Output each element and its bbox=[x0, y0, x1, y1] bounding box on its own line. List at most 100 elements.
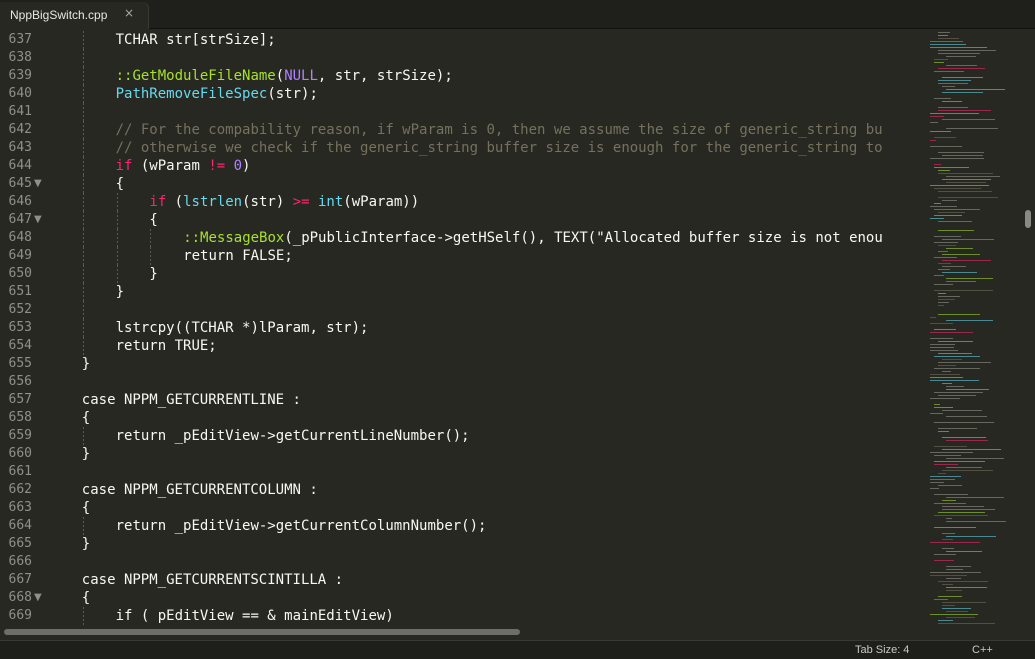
minimap-line bbox=[938, 305, 944, 306]
code-line[interactable]: 650} bbox=[0, 265, 922, 283]
code-text: { bbox=[82, 499, 90, 517]
indent-guide bbox=[82, 31, 84, 49]
code-line[interactable]: 658 { bbox=[0, 409, 922, 427]
minimap-line bbox=[938, 623, 995, 624]
line-number: 662 bbox=[8, 482, 32, 497]
minimap-line bbox=[934, 392, 983, 393]
indent-guide bbox=[116, 211, 118, 229]
code-line[interactable]: 647 ▼ { bbox=[0, 211, 922, 229]
close-icon[interactable]: × bbox=[122, 6, 136, 20]
code-line[interactable]: 662 case NPPM_GETCURRENTCOLUMN : bbox=[0, 481, 922, 499]
minimap-line bbox=[942, 179, 991, 180]
code-token: ::GetModuleFileName bbox=[115, 68, 276, 84]
code-line[interactable]: 640 PathRemoveFileSpec(str); bbox=[0, 85, 922, 103]
minimap-line bbox=[930, 44, 966, 45]
horizontal-scroll-thumb[interactable] bbox=[4, 629, 520, 635]
horizontal-scrollbar[interactable] bbox=[0, 626, 1021, 638]
code-token: (_pPublicInterface->getHSelf(), TEXT("Al… bbox=[284, 230, 883, 246]
code-line[interactable]: 656 bbox=[0, 373, 922, 391]
code-line[interactable]: 665} bbox=[0, 535, 922, 553]
minimap[interactable] bbox=[924, 30, 1020, 626]
indent-guide bbox=[150, 229, 152, 247]
minimap-line bbox=[938, 299, 955, 300]
code-line[interactable]: 639::GetModuleFileName(NULL, str, strSiz… bbox=[0, 67, 922, 85]
minimap-line bbox=[934, 203, 941, 204]
minimap-line bbox=[938, 428, 977, 429]
syntax-indicator[interactable]: C++ bbox=[972, 644, 993, 656]
minimap-line bbox=[946, 497, 1004, 498]
tab-title: NppBigSwitch.cpp bbox=[10, 8, 108, 22]
code-line[interactable]: 654 return TRUE; bbox=[0, 337, 922, 355]
code-line[interactable]: 669 if ( pEditView == & mainEditView) bbox=[0, 607, 922, 625]
indent-guide bbox=[150, 247, 152, 265]
line-number: 653 bbox=[8, 320, 32, 335]
minimap-line bbox=[938, 314, 980, 315]
code-line[interactable]: 655} bbox=[0, 355, 922, 373]
fold-arrow-icon[interactable]: ▼ bbox=[34, 589, 42, 607]
code-line[interactable]: 668 ▼ { bbox=[0, 589, 922, 607]
tab-size-indicator[interactable]: Tab Size: 4 bbox=[855, 644, 909, 656]
code-text: PathRemoveFileSpec(str); bbox=[116, 85, 318, 103]
code-line[interactable]: 664 return _pEditView->getCurrentColumnNu… bbox=[0, 517, 922, 535]
code-text: case NPPM_GETCURRENTLINE : bbox=[82, 391, 301, 409]
line-number: 666 bbox=[8, 554, 32, 569]
code-line[interactable]: 653 lstrcpy((TCHAR *)lParam, str); bbox=[0, 319, 922, 337]
code-line[interactable]: 667 case NPPM_GETCURRENTSCINTILLA : bbox=[0, 571, 922, 589]
code-line[interactable]: 663 { bbox=[0, 499, 922, 517]
code-text: if (lstrlen(str) >= int(wParam)) bbox=[149, 193, 419, 211]
minimap-line bbox=[942, 77, 983, 78]
minimap-line bbox=[930, 344, 955, 345]
minimap-line bbox=[942, 608, 971, 609]
code-line[interactable]: 661 bbox=[0, 463, 922, 481]
minimap-line bbox=[942, 92, 983, 93]
tab-nppbigswitch[interactable]: NppBigSwitch.cpp × bbox=[0, 2, 148, 29]
fold-arrow-icon[interactable]: ▼ bbox=[34, 211, 42, 229]
code-line[interactable]: 643 // otherwise we check if the generic_… bbox=[0, 139, 922, 157]
line-number: 647 bbox=[8, 212, 32, 227]
code-line[interactable]: 645 ▼ { bbox=[0, 175, 922, 193]
code-token: // For the compability reason, if wParam… bbox=[115, 122, 883, 138]
code-line[interactable]: 652 bbox=[0, 301, 922, 319]
indent-guide bbox=[82, 229, 84, 247]
code-line[interactable]: 646 if (lstrlen(str) >= int(wParam)) bbox=[0, 193, 922, 211]
code-line[interactable]: 657 case NPPM_GETCURRENTLINE : bbox=[0, 391, 922, 409]
code-token: ( bbox=[166, 194, 184, 210]
code-line[interactable]: 648::MessageBox(_pPublicInterface->getHS… bbox=[0, 229, 922, 247]
code-line[interactable]: 651} bbox=[0, 283, 922, 301]
fold-arrow-icon[interactable]: ▼ bbox=[34, 175, 42, 193]
minimap-line bbox=[934, 329, 956, 330]
code-line[interactable]: 641 bbox=[0, 103, 922, 121]
minimap-line bbox=[938, 263, 951, 264]
code-line[interactable]: 649 return FALSE; bbox=[0, 247, 922, 265]
minimap-line bbox=[946, 617, 975, 618]
code-line[interactable]: 638 bbox=[0, 49, 922, 67]
minimap-line bbox=[942, 584, 953, 585]
code-line[interactable]: 642 // For the compability reason, if wPa… bbox=[0, 121, 922, 139]
vertical-scroll-thumb[interactable] bbox=[1025, 210, 1031, 228]
minimap-line bbox=[942, 602, 986, 603]
code-text: } bbox=[116, 283, 124, 301]
code-editor[interactable]: 637 TCHAR str[strSize]; 638639::GetModuleF… bbox=[0, 30, 922, 626]
line-number: 667 bbox=[8, 572, 32, 587]
minimap-line bbox=[946, 521, 1006, 522]
code-line[interactable]: 637 TCHAR str[strSize]; bbox=[0, 31, 922, 49]
code-token: (str); bbox=[267, 86, 318, 102]
minimap-line bbox=[942, 101, 962, 102]
indent-guide bbox=[82, 337, 84, 355]
vertical-scrollbar[interactable] bbox=[1021, 30, 1035, 626]
code-line[interactable]: 666 bbox=[0, 553, 922, 571]
code-token: { bbox=[81, 500, 91, 516]
minimap-line bbox=[938, 296, 960, 297]
code-line[interactable]: 659 return _pEditView->getCurrentLineNumb… bbox=[0, 427, 922, 445]
minimap-line bbox=[942, 272, 977, 273]
line-number: 664 bbox=[8, 518, 32, 533]
code-line[interactable]: 644 if (wParam != 0) bbox=[0, 157, 922, 175]
line-number: 638 bbox=[8, 50, 32, 65]
line-number: 645 bbox=[8, 176, 32, 191]
minimap-line bbox=[930, 338, 953, 339]
line-number: 649 bbox=[8, 248, 32, 263]
minimap-line bbox=[930, 206, 957, 207]
minimap-line bbox=[942, 539, 953, 540]
minimap-line bbox=[938, 353, 972, 354]
code-line[interactable]: 660} bbox=[0, 445, 922, 463]
